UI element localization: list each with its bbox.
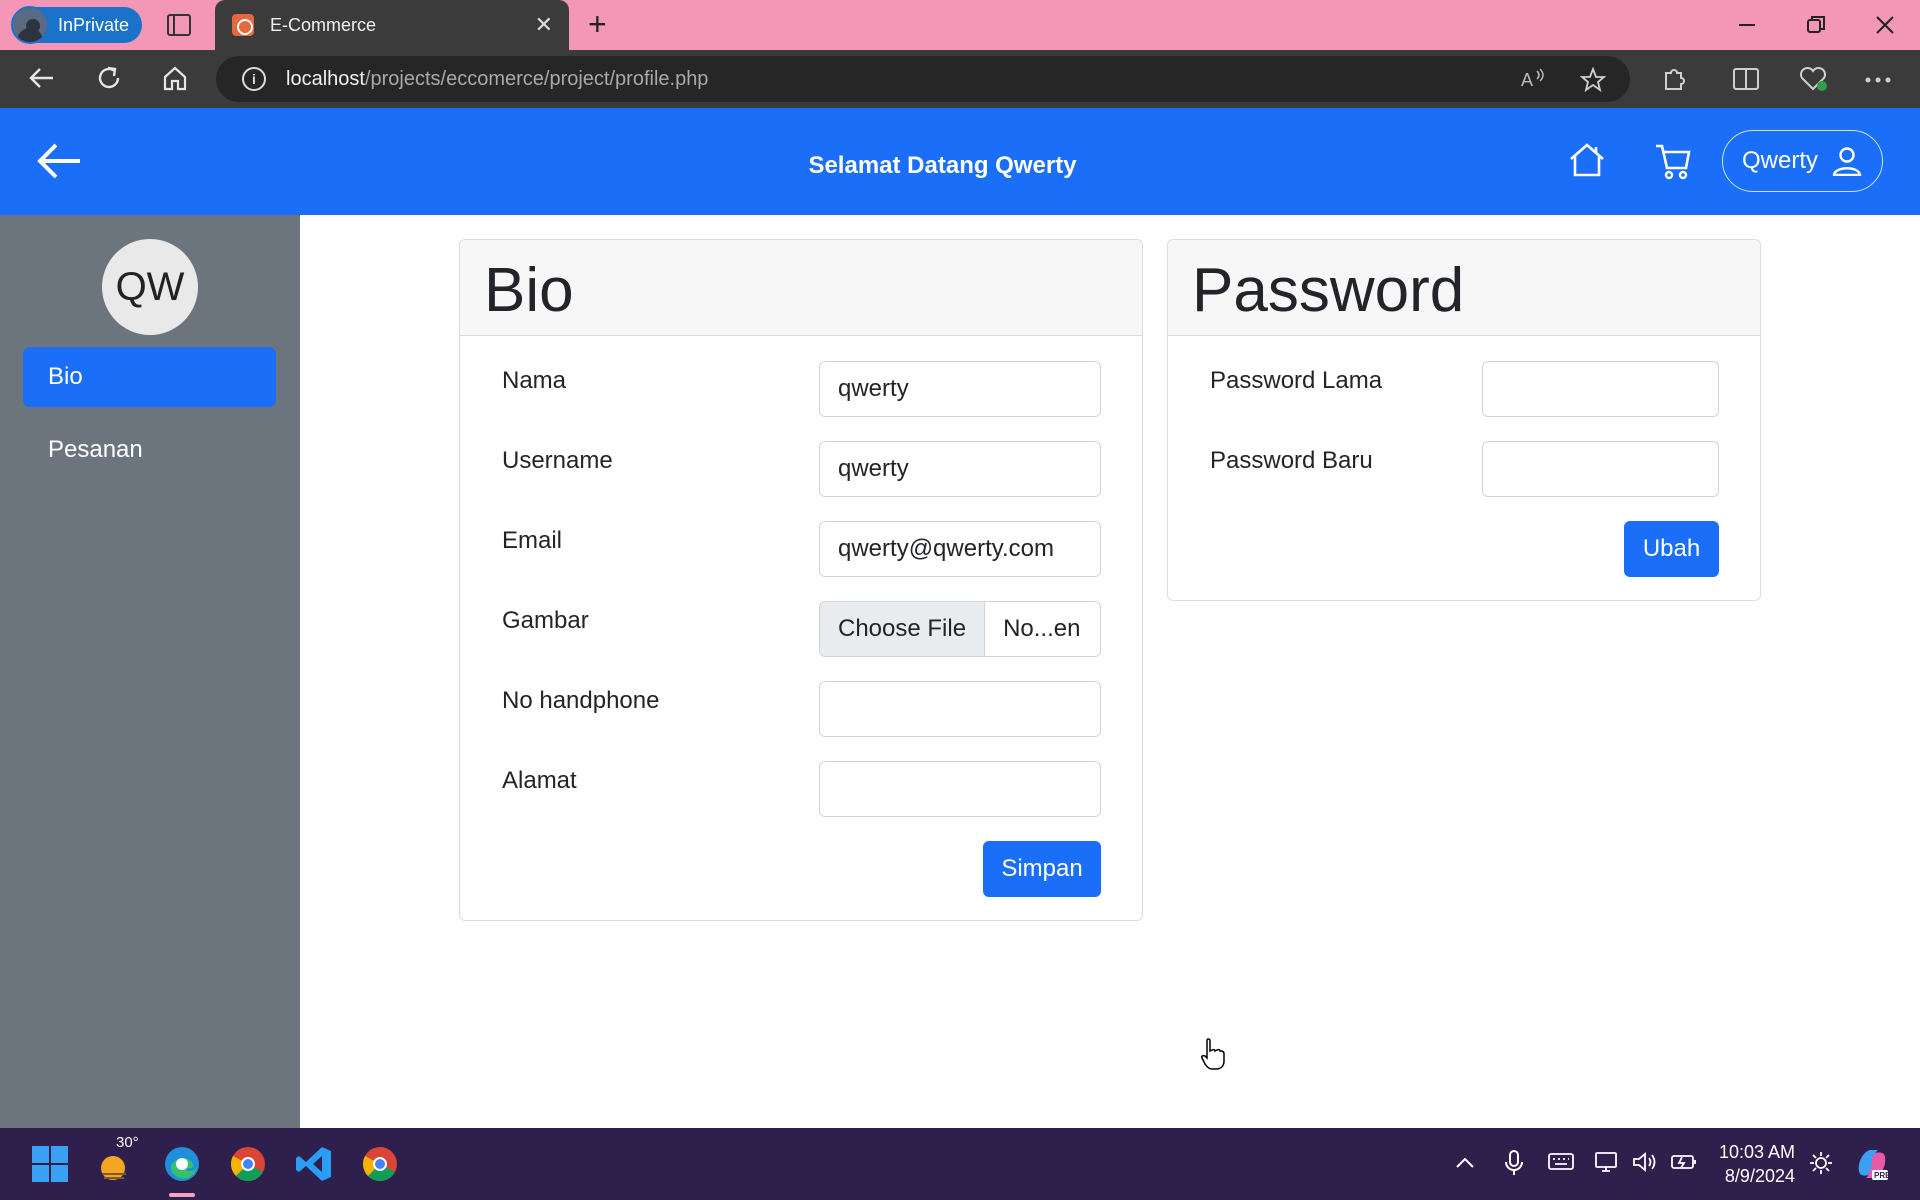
password-lama-input[interactable] [1482, 361, 1719, 417]
user-account-button[interactable]: Qwerty [1722, 130, 1883, 192]
notification-settings-icon[interactable] [1808, 1150, 1834, 1176]
keyboard-icon[interactable] [1548, 1150, 1574, 1172]
tab-title: E-Commerce [270, 14, 377, 35]
svg-text:A: A [1521, 70, 1533, 90]
bio-card: Bio Nama qwerty Username qwerty Email qw… [459, 239, 1143, 921]
weather-temp: 30° [116, 1134, 139, 1151]
browser-essentials-icon[interactable] [1798, 65, 1828, 93]
file-status-text: No...en [1003, 615, 1081, 642]
svg-text:PRE: PRE [1874, 1171, 1891, 1180]
microphone-icon[interactable] [1504, 1150, 1524, 1176]
avatar: QW [102, 239, 198, 335]
tray-overflow-chevron-icon[interactable] [1454, 1156, 1476, 1170]
more-menu-icon[interactable] [1864, 76, 1892, 84]
site-header: Selamat Datang Qwerty Qwerty [0, 108, 1920, 215]
windows-start-icon[interactable] [30, 1144, 70, 1184]
browser-titlebar: InPrivate E-Commerce ✕ + [0, 0, 1920, 50]
user-name: Qwerty [1742, 147, 1819, 174]
simpan-button[interactable]: Simpan [983, 841, 1101, 897]
network-icon[interactable] [1594, 1150, 1620, 1174]
edge-browser-icon[interactable] [162, 1144, 202, 1184]
tab-ecommerce[interactable]: E-Commerce ✕ [215, 0, 569, 50]
new-tab-icon[interactable]: + [588, 8, 607, 40]
clock-time: 10:03 AM [1718, 1142, 1795, 1162]
image-file-input[interactable]: Choose File No...en [819, 601, 1101, 657]
windows-taskbar: 30° 10:03 AM 8/9/2024 PRE [0, 1128, 1920, 1200]
no-handphone-input[interactable] [819, 681, 1101, 737]
xampp-favicon-icon [232, 14, 254, 36]
password-card: Password Password Lama Password Baru Uba… [1167, 239, 1761, 601]
tab-actions-icon[interactable] [167, 14, 191, 36]
chrome-icon[interactable] [228, 1144, 268, 1184]
inprivate-profile-button[interactable]: InPrivate [11, 6, 142, 44]
username-input[interactable]: qwerty [819, 441, 1101, 497]
favorite-star-icon[interactable] [1580, 67, 1606, 93]
url-host: localhost [286, 67, 365, 90]
site-info-icon[interactable]: i [242, 67, 266, 91]
choose-file-button[interactable]: Choose File [820, 602, 986, 656]
username-label: Username [502, 447, 613, 474]
back-icon[interactable] [26, 63, 56, 93]
restore-icon[interactable] [1805, 14, 1827, 36]
system-clock[interactable]: 10:03 AM 8/9/2024 [1710, 1140, 1795, 1188]
refresh-icon[interactable] [94, 63, 124, 93]
cart-icon[interactable] [1654, 142, 1692, 180]
no-handphone-label: No handphone [502, 687, 660, 714]
hand-cursor-icon [1201, 1038, 1225, 1070]
split-screen-icon[interactable] [1732, 66, 1760, 92]
close-window-icon[interactable] [1874, 14, 1896, 36]
user-icon [1832, 147, 1862, 176]
tab-close-icon[interactable]: ✕ [535, 12, 553, 38]
home-nav-icon[interactable] [1568, 142, 1606, 178]
email-label: Email [502, 527, 563, 554]
profile-sidebar: QW Bio Pesanan [0, 215, 300, 1128]
address-bar[interactable]: i localhost/projects/eccomerce/project/p… [216, 56, 1630, 102]
clock-date: 8/9/2024 [1724, 1166, 1795, 1186]
gambar-label: Gambar [502, 607, 589, 634]
alamat-label: Alamat [502, 767, 577, 794]
alamat-input[interactable] [819, 761, 1101, 817]
battery-icon[interactable] [1670, 1150, 1698, 1174]
bio-card-title: Bio [460, 240, 1142, 336]
password-lama-label: Password Lama [1210, 367, 1383, 394]
minimize-icon[interactable] [1736, 14, 1758, 36]
password-baru-input[interactable] [1482, 441, 1719, 497]
nama-input[interactable]: qwerty [819, 361, 1101, 417]
password-card-title: Password [1168, 240, 1760, 336]
inprivate-label: InPrivate [58, 14, 130, 35]
vscode-icon[interactable] [294, 1144, 334, 1184]
ubah-button[interactable]: Ubah [1624, 521, 1719, 577]
chrome-icon-2[interactable] [360, 1144, 400, 1184]
copilot-icon[interactable]: PRE [1852, 1144, 1892, 1184]
weather-widget[interactable]: 30° [96, 1134, 139, 1184]
url-path: /projects/eccomerce/project/profile.php [364, 67, 709, 90]
sidebar-item-pesanan[interactable]: Pesanan [23, 420, 276, 480]
browser-toolbar: i localhost/projects/eccomerce/project/p… [0, 50, 1920, 108]
password-baru-label: Password Baru [1210, 447, 1373, 474]
nama-label: Nama [502, 367, 567, 394]
active-app-indicator [169, 1193, 195, 1197]
email-input[interactable]: qwerty@qwerty.com [819, 521, 1101, 577]
home-icon[interactable] [160, 63, 190, 93]
profile-avatar-icon [11, 6, 49, 44]
read-aloud-icon[interactable]: A [1520, 67, 1546, 91]
sidebar-item-bio[interactable]: Bio [23, 347, 276, 407]
volume-icon[interactable] [1632, 1150, 1658, 1174]
extensions-icon[interactable] [1660, 65, 1688, 93]
